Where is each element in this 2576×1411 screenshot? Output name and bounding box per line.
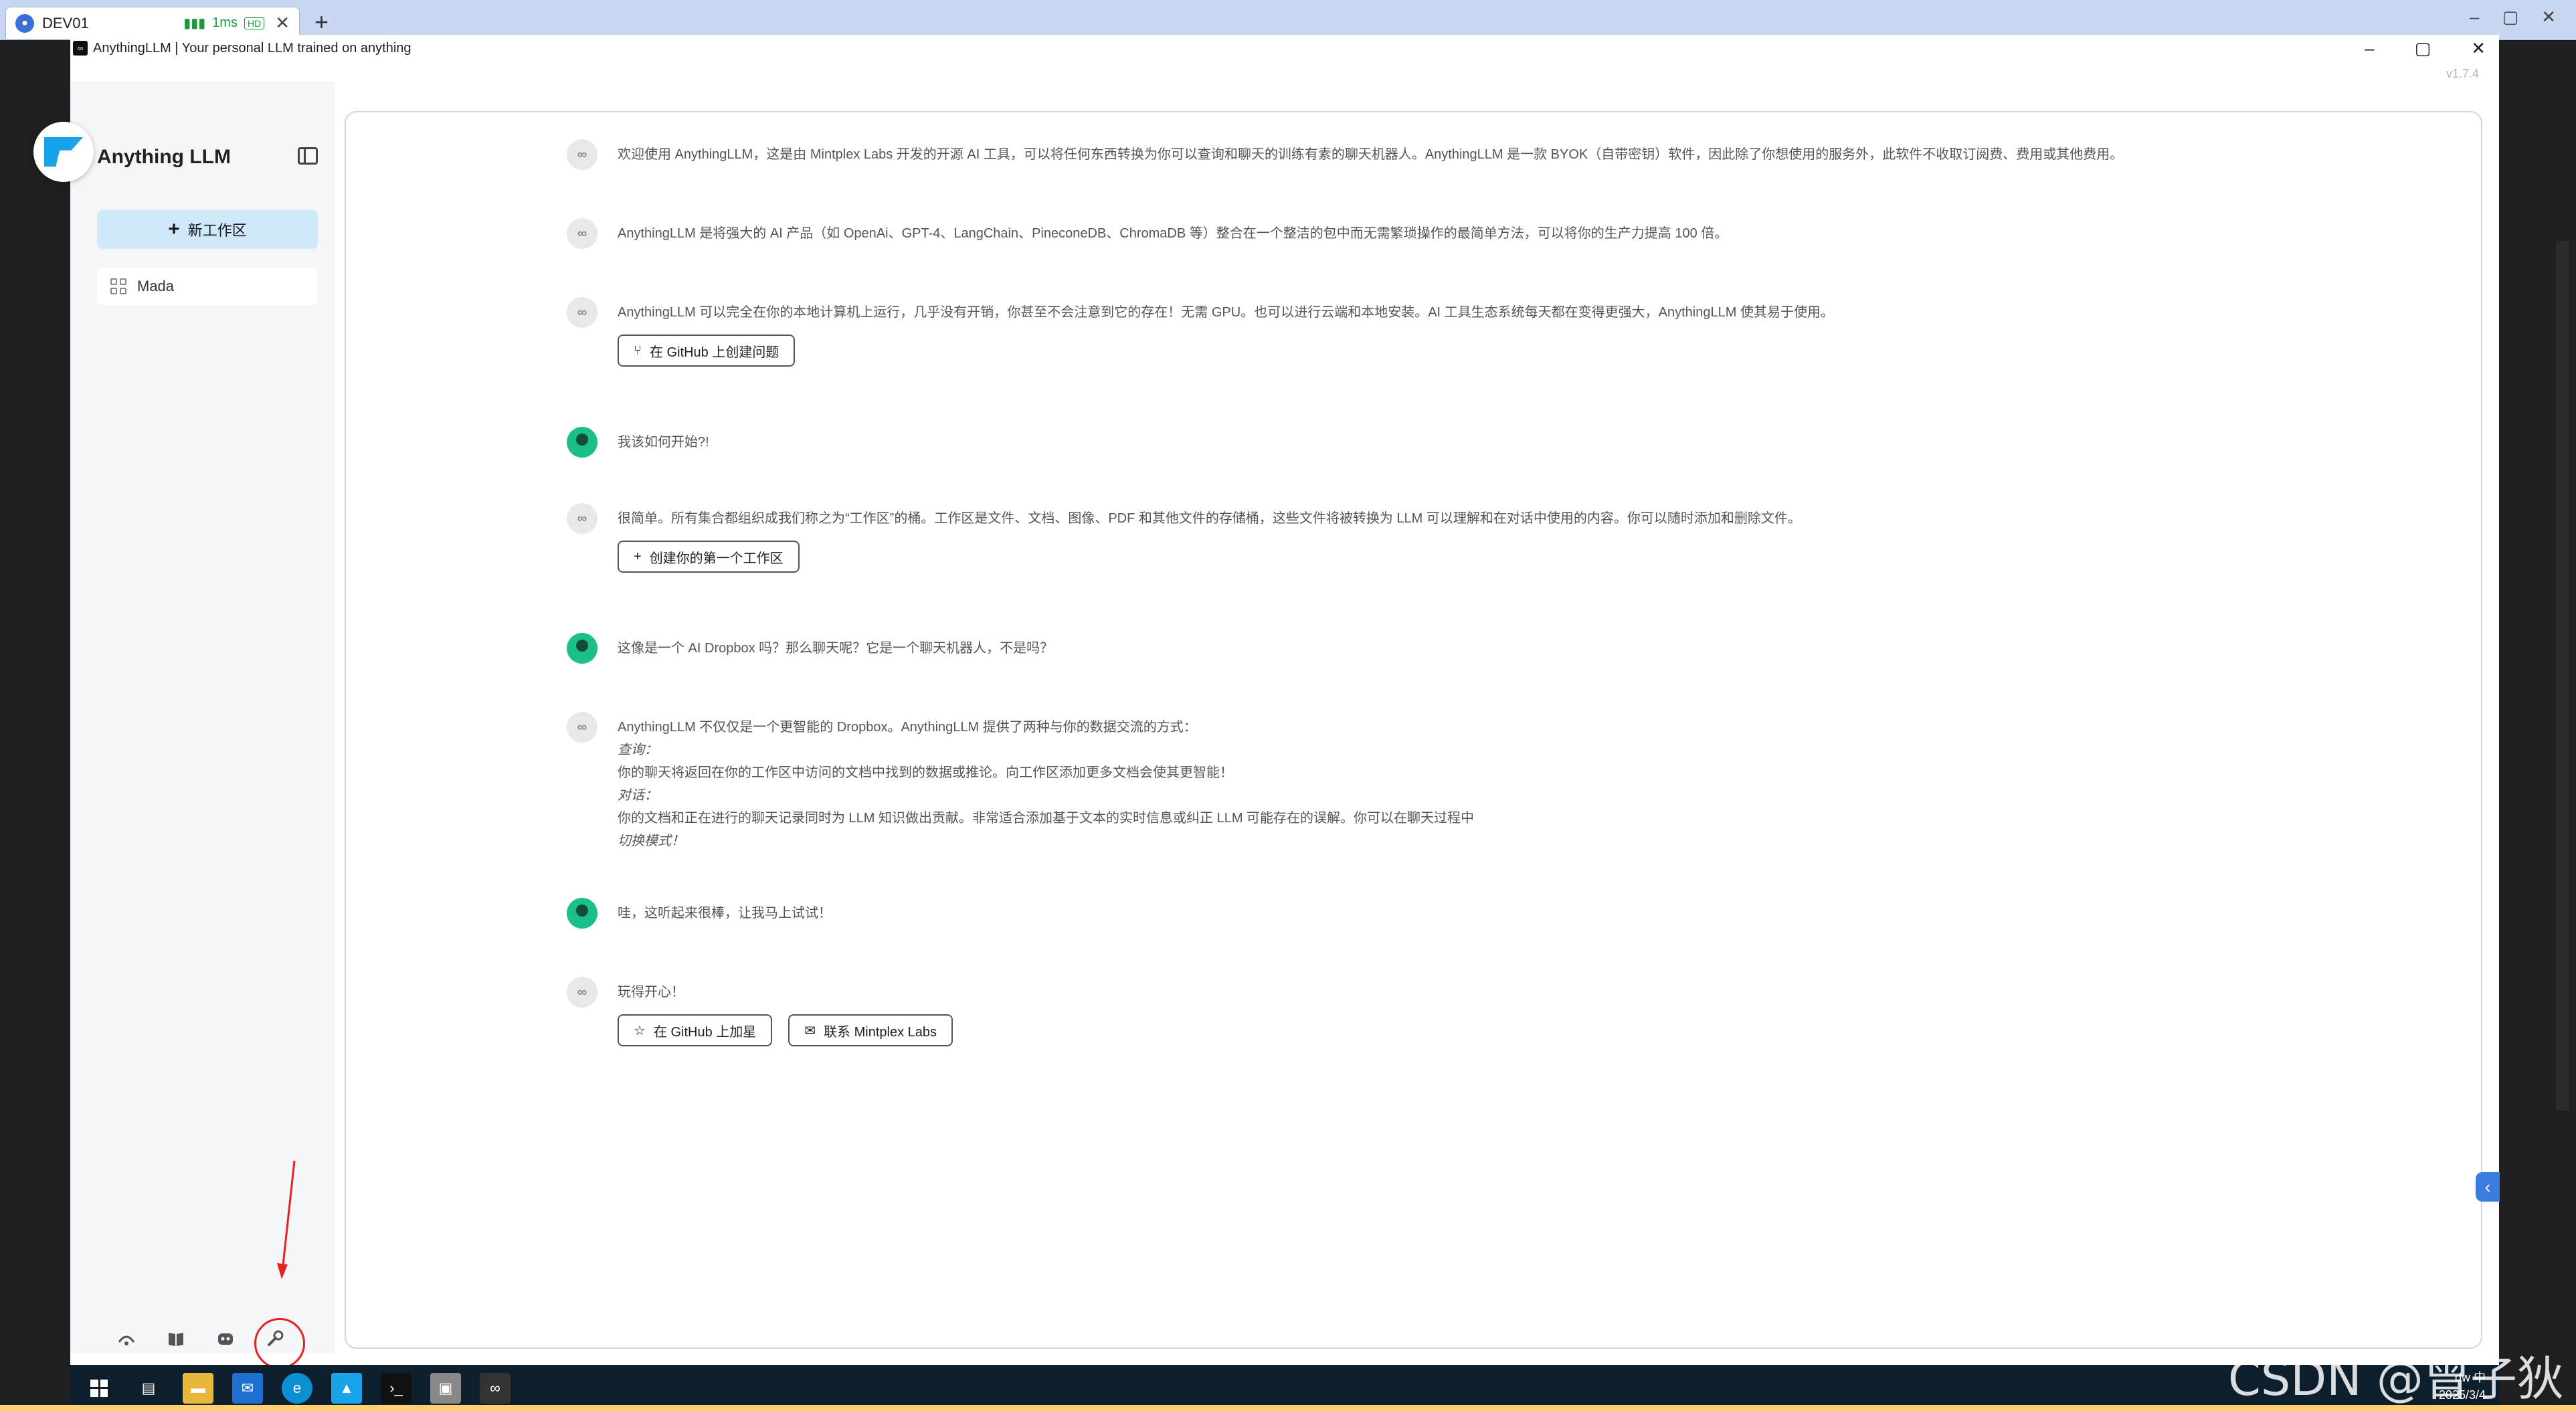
message-text: 欢迎使用 AnythingLLM，这是由 Mintplex Labs 开发的开源… xyxy=(618,147,2124,162)
message-text: 这像是一个 AI Dropbox 吗？那么聊天呢？它是一个聊天机器人，不是吗？ xyxy=(618,641,1054,656)
bot-avatar-icon: ∞ xyxy=(567,977,597,1008)
settings-highlight-ring xyxy=(254,1318,305,1369)
anythingllm-taskbar-icon[interactable]: ▲ xyxy=(331,1372,362,1404)
community-hub-icon[interactable] xyxy=(110,1323,143,1355)
message-text: 很简单。所有集合都组织成我们称之为“工作区”的桶。工作区是文件、文档、图像、PD… xyxy=(618,511,1801,526)
message-lines: AnythingLLM 不仅仅是一个更智能的 Dropbox。AnythingL… xyxy=(618,712,1474,852)
chat-message: ∞ AnythingLLM 可以完全在你的本地计算机上运行，几乎没有开销，你甚至… xyxy=(567,297,1834,367)
version-label: v1.7.4 xyxy=(2446,67,2479,80)
create-workspace-label: 创建你的第一个工作区 xyxy=(649,551,784,566)
chat-message: 这像是一个 AI Dropbox 吗？那么聊天呢？它是一个聊天机器人，不是吗？ xyxy=(567,633,1053,664)
remote-session-tab[interactable]: ● DEV01 ▮▮▮ 1ms HD ✕ xyxy=(5,7,300,39)
chat-message: ∞ 欢迎使用 AnythingLLM，这是由 Mintplex Labs 开发的… xyxy=(567,139,2123,170)
window-title: AnythingLLM | Your personal LLM trained … xyxy=(93,40,411,56)
network-share-icon[interactable]: ▣ xyxy=(430,1372,461,1404)
contact-mintplex-button[interactable]: ✉ 联系 Mintplex Labs xyxy=(788,1014,953,1046)
contact-mintplex-label: 联系 Mintplex Labs xyxy=(824,1024,937,1040)
bot-avatar-icon: ∞ xyxy=(567,218,597,249)
message-line: 你的文档和正在进行的聊天记录同时为 LLM 知识做出贡献。非常适合添加基于文本的… xyxy=(618,811,1475,826)
message-text: 玩得开心！ xyxy=(618,985,684,1000)
file-explorer-icon[interactable]: ▬ xyxy=(183,1372,213,1404)
message-line: 查询： xyxy=(618,743,658,757)
message-text: 我该如何开始?! xyxy=(618,435,709,450)
chat-message: 我该如何开始?! xyxy=(567,427,709,458)
remote-window-controls: – ▢ ✕ xyxy=(2470,7,2556,27)
remote-minimize-icon[interactable]: – xyxy=(2470,7,2479,27)
create-workspace-button[interactable]: + 创建你的第一个工作区 xyxy=(618,541,800,573)
user-avatar-icon xyxy=(567,633,597,664)
new-workspace-label: 新工作区 xyxy=(187,222,247,239)
message-line: AnythingLLM 不仅仅是一个更智能的 Dropbox。AnythingL… xyxy=(618,720,1197,735)
close-tab-icon[interactable]: ✕ xyxy=(275,13,290,33)
chat-message: ∞ 玩得开心！ ☆ 在 GitHub 上加星 ✉ 联系 Mintplex Lab… xyxy=(567,977,953,1046)
logo-mark-icon xyxy=(44,137,83,167)
app-icon: ∞ xyxy=(73,41,88,56)
minimize-icon[interactable]: – xyxy=(2365,38,2374,59)
bot-avatar-icon: ∞ xyxy=(567,297,597,328)
maximize-icon[interactable]: ▢ xyxy=(2415,38,2431,59)
outer-scrollbar[interactable] xyxy=(2556,241,2569,1111)
chat-message: ∞ AnythingLLM 不仅仅是一个更智能的 Dropbox。Anythin… xyxy=(567,712,1474,852)
workspace-label: Mada xyxy=(137,278,175,294)
mail-app-icon[interactable]: ✉ xyxy=(232,1372,263,1404)
star-icon: ☆ xyxy=(634,1023,646,1038)
bot-avatar-icon: ∞ xyxy=(567,503,597,534)
user-avatar-icon xyxy=(567,427,597,458)
sidebar: Anything LLM + 新工作区 Mada xyxy=(33,82,335,1369)
bot-avatar-icon: ∞ xyxy=(567,712,597,743)
new-tab-button[interactable]: + xyxy=(314,8,329,36)
task-view-icon[interactable]: ▤ xyxy=(133,1373,164,1404)
taskbar: ▤ ▬ ✉ e ▲ ›_ ▣ ∞ dw 中 2025/3/4 xyxy=(70,1365,2499,1411)
chat-message: 哇，这听起来很棒，让我马上试试！ xyxy=(567,898,832,929)
remote-tab-label: DEV01 xyxy=(42,14,89,31)
star-github-label: 在 GitHub 上加星 xyxy=(653,1024,757,1040)
plus-icon: + xyxy=(634,549,642,564)
edge-icon[interactable]: e xyxy=(282,1372,312,1404)
anythingllm-active-icon[interactable]: ∞ xyxy=(480,1372,511,1404)
window-controls: – ▢ ✕ xyxy=(2365,35,2486,62)
sidebar-toggle-icon[interactable] xyxy=(298,147,318,165)
workspace-item[interactable]: Mada xyxy=(97,268,318,305)
git-branch-icon: ⑂ xyxy=(634,343,642,358)
message-line: 你的聊天将返回在你的工作区中访问的文档中找到的数据或推论。向工作区添加更多文档会… xyxy=(618,765,1233,780)
chat-message: ∞ 很简单。所有集合都组织成我们称之为“工作区”的桶。工作区是文件、文档、图像、… xyxy=(567,503,1801,573)
message-text: 哇，这听起来很棒，让我马上试试！ xyxy=(618,906,832,921)
star-github-button[interactable]: ☆ 在 GitHub 上加星 xyxy=(618,1014,773,1046)
user-avatar-icon xyxy=(567,898,597,929)
logo xyxy=(33,122,94,182)
create-issue-button[interactable]: ⑂ 在 GitHub 上创建问题 xyxy=(618,335,796,367)
latency-text: 1ms xyxy=(212,15,238,30)
brand-name: Anything LLM xyxy=(97,146,231,168)
docs-book-icon[interactable] xyxy=(160,1323,192,1355)
quality-badge: HD xyxy=(244,17,265,29)
expand-panel-button[interactable]: ‹ xyxy=(2476,1172,2500,1202)
mail-icon: ✉ xyxy=(804,1023,816,1038)
window-title-bar: ∞ AnythingLLM | Your personal LLM traine… xyxy=(70,35,2499,62)
create-issue-label: 在 GitHub 上创建问题 xyxy=(650,345,779,360)
watermark: CSDN @曾子狄 xyxy=(2228,1351,2564,1406)
new-workspace-button[interactable]: + 新工作区 xyxy=(97,210,318,249)
bottom-strip xyxy=(0,1405,2576,1411)
bot-avatar-icon: ∞ xyxy=(567,139,597,170)
signal-icon: ▮▮▮ xyxy=(183,16,206,31)
plus-icon: + xyxy=(168,218,180,240)
remote-restore-icon[interactable]: ▢ xyxy=(2502,7,2519,27)
message-line: 切换模式！ xyxy=(618,834,684,848)
close-window-icon[interactable]: ✕ xyxy=(2471,38,2486,59)
remote-desktop-bar: ● DEV01 ▮▮▮ 1ms HD ✕ + – ▢ ✕ xyxy=(0,0,2576,40)
chat-panel: ∞ 欢迎使用 AnythingLLM，这是由 Mintplex Labs 开发的… xyxy=(345,111,2482,1349)
terminal-icon[interactable]: ›_ xyxy=(381,1372,411,1404)
remote-close-icon[interactable]: ✕ xyxy=(2541,7,2556,27)
chat-message: ∞ AnythingLLM 是将强大的 AI 产品（如 OpenAi、GPT-4… xyxy=(567,218,1728,249)
message-line: 对话： xyxy=(618,788,658,803)
workspace-grid-icon xyxy=(110,278,126,294)
message-text: AnythingLLM 是将强大的 AI 产品（如 OpenAi、GPT-4、L… xyxy=(618,226,1728,241)
start-icon[interactable] xyxy=(84,1373,114,1404)
app-window: ∞ AnythingLLM | Your personal LLM traine… xyxy=(33,35,2499,1369)
user-icon: ● xyxy=(15,13,34,33)
message-text: AnythingLLM 可以完全在你的本地计算机上运行，几乎没有开销，你甚至不会… xyxy=(618,305,1834,320)
discord-icon[interactable] xyxy=(209,1323,242,1355)
